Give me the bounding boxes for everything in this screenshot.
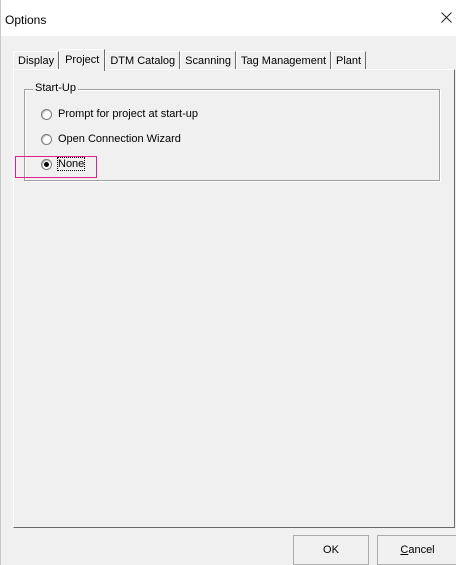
options-dialog: Options Display Project DTM Catalog Scan…	[0, 0, 456, 565]
radio-none[interactable]: None	[41, 156, 86, 172]
cancel-button[interactable]: Cancel	[377, 535, 456, 565]
radio-label: Prompt for project at start-up	[58, 108, 198, 120]
window-title: Options	[5, 13, 47, 27]
radio-button-icon[interactable]	[41, 133, 52, 145]
tab-dtm-catalog[interactable]: DTM Catalog	[105, 51, 181, 70]
radio-label: None	[56, 157, 86, 171]
startup-groupbox: Start-Up Prompt for project at start-up …	[24, 82, 440, 181]
title-bar: Options	[1, 0, 456, 36]
radio-open-connection-wizard[interactable]: Open Connection Wizard	[41, 131, 181, 147]
tab-project[interactable]: Project	[59, 49, 106, 71]
radio-button-icon[interactable]	[41, 108, 52, 120]
close-button[interactable]	[435, 6, 456, 30]
tab-strip: Display Project DTM Catalog Scanning Tag…	[13, 48, 367, 71]
radio-button-selected-icon[interactable]	[41, 158, 52, 170]
tab-tag-management[interactable]: Tag Management	[236, 51, 331, 70]
radio-prompt-for-project[interactable]: Prompt for project at start-up	[41, 106, 198, 122]
cancel-label-rest: ancel	[408, 544, 435, 556]
radio-label: Open Connection Wizard	[58, 133, 181, 145]
tab-plant[interactable]: Plant	[331, 51, 367, 70]
tab-scanning[interactable]: Scanning	[180, 51, 236, 70]
startup-group-legend: Start-Up	[33, 82, 78, 94]
tab-display[interactable]: Display	[13, 51, 60, 70]
project-tab-panel: Start-Up Prompt for project at start-up …	[13, 69, 455, 528]
close-icon	[440, 12, 452, 23]
ok-button[interactable]: OK	[293, 535, 369, 565]
